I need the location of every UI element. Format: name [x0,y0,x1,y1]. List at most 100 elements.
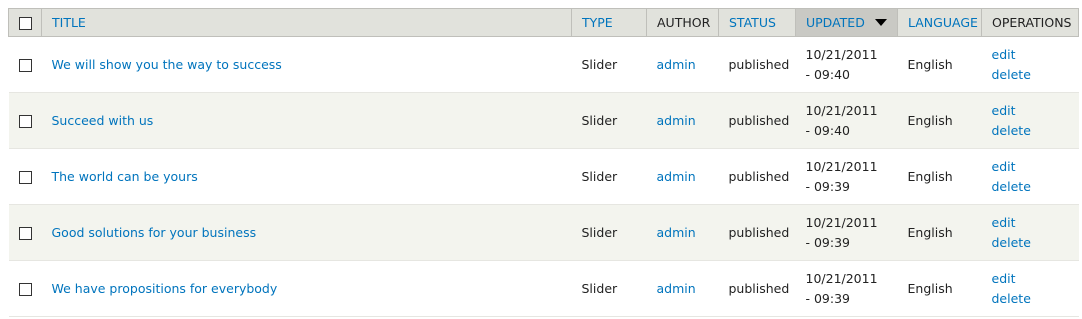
header-language[interactable]: Language [897,8,982,37]
author-cell: admin [646,92,719,149]
content-title-link[interactable]: We will show you the way to success [52,57,282,72]
title-cell: We will show you the way to success [41,36,572,93]
header-type-label: Type [582,15,613,30]
operations-cell: edit delete [981,260,1079,317]
table-row: We will show you the way to success Slid… [8,36,1079,93]
updated-cell: 10/21/2011 - 09:39 [795,260,898,317]
delete-link[interactable]: delete [992,65,1069,85]
author-link[interactable]: admin [657,113,696,128]
row-select-cell [8,260,42,317]
type-cell: Slider [571,36,647,93]
header-status-label: Status [729,15,776,30]
header-type[interactable]: Type [571,8,647,37]
type-cell: Slider [571,260,647,317]
header-author-label: Author [657,15,711,30]
updated-cell: 10/21/2011 - 09:40 [795,36,898,93]
operations-cell: edit delete [981,92,1079,149]
edit-link[interactable]: edit [992,157,1069,177]
updated-date: 10/21/2011 [805,158,878,174]
header-updated[interactable]: Updated [795,8,898,37]
updated-time: - 09:39 [805,234,851,250]
author-cell: admin [646,204,719,261]
row-select-cell [8,204,42,261]
title-cell: Succeed with us [41,92,572,149]
content-title-link[interactable]: Succeed with us [52,113,154,128]
header-title-label: Title [52,15,86,30]
status-cell: published [718,148,796,205]
operations-cell: edit delete [981,148,1079,205]
row-select-cell [8,92,42,149]
content-admin-page: Title Type Author Status Updated Languag… [0,0,1082,319]
author-cell: admin [646,36,719,93]
author-link[interactable]: admin [657,281,696,296]
header-operations: Operations [981,8,1079,37]
language-cell: English [897,204,982,261]
header-language-label: Language [908,15,978,30]
content-title-link[interactable]: Good solutions for your business [52,225,257,240]
author-link[interactable]: admin [657,225,696,240]
delete-link[interactable]: delete [992,121,1069,141]
updated-date: 10/21/2011 [805,214,878,230]
row-checkbox[interactable] [18,114,32,128]
triangle-down-icon [874,19,887,26]
updated-time: - 09:40 [805,122,851,138]
table-header: Title Type Author Status Updated Languag… [8,8,1079,37]
row-checkbox[interactable] [18,58,32,72]
updated-time: - 09:39 [805,290,851,306]
status-cell: published [718,204,796,261]
updated-date: 10/21/2011 [805,46,878,62]
row-checkbox[interactable] [18,226,32,240]
row-select-cell [8,148,42,205]
language-cell: English [897,148,982,205]
delete-link[interactable]: delete [992,177,1069,197]
select-all-header [8,8,42,37]
language-cell: English [897,92,982,149]
updated-cell: 10/21/2011 - 09:39 [795,204,898,261]
author-link[interactable]: admin [657,169,696,184]
updated-date: 10/21/2011 [805,102,878,118]
operations-cell: edit delete [981,36,1079,93]
table-row: We have propositions for everybody Slide… [8,260,1079,317]
header-operations-label: Operations [992,15,1072,30]
row-select-cell [8,36,42,93]
delete-link[interactable]: delete [992,289,1069,309]
operations-cell: edit delete [981,204,1079,261]
title-cell: The world can be yours [41,148,572,205]
header-updated-label: Updated [806,15,865,30]
select-all-checkbox[interactable] [18,17,32,30]
delete-link[interactable]: delete [992,233,1069,253]
row-checkbox[interactable] [18,282,32,296]
updated-time: - 09:39 [805,178,851,194]
table-body: We will show you the way to success Slid… [8,36,1079,317]
status-cell: published [718,92,796,149]
content-title-link[interactable]: The world can be yours [52,169,198,184]
updated-cell: 10/21/2011 - 09:40 [795,92,898,149]
type-cell: Slider [571,92,647,149]
status-cell: published [718,36,796,93]
updated-cell: 10/21/2011 - 09:39 [795,148,898,205]
author-link[interactable]: admin [657,57,696,72]
edit-link[interactable]: edit [992,101,1069,121]
type-cell: Slider [571,204,647,261]
edit-link[interactable]: edit [992,213,1069,233]
table-row: Succeed with us Slider admin published 1… [8,92,1079,149]
type-cell: Slider [571,148,647,205]
updated-time: - 09:40 [805,66,851,82]
header-title[interactable]: Title [41,8,572,37]
title-cell: Good solutions for your business [41,204,572,261]
edit-link[interactable]: edit [992,269,1069,289]
edit-link[interactable]: edit [992,45,1069,65]
title-cell: We have propositions for everybody [41,260,572,317]
author-cell: admin [646,260,719,317]
status-cell: published [718,260,796,317]
header-author: Author [646,8,719,37]
row-checkbox[interactable] [18,170,32,184]
content-title-link[interactable]: We have propositions for everybody [52,281,278,296]
header-row: Title Type Author Status Updated Languag… [8,8,1079,37]
updated-date: 10/21/2011 [805,270,878,286]
language-cell: English [897,36,982,93]
language-cell: English [897,260,982,317]
table-row: The world can be yours Slider admin publ… [8,148,1079,205]
header-status[interactable]: Status [718,8,796,37]
table-row: Good solutions for your business Slider … [8,204,1079,261]
